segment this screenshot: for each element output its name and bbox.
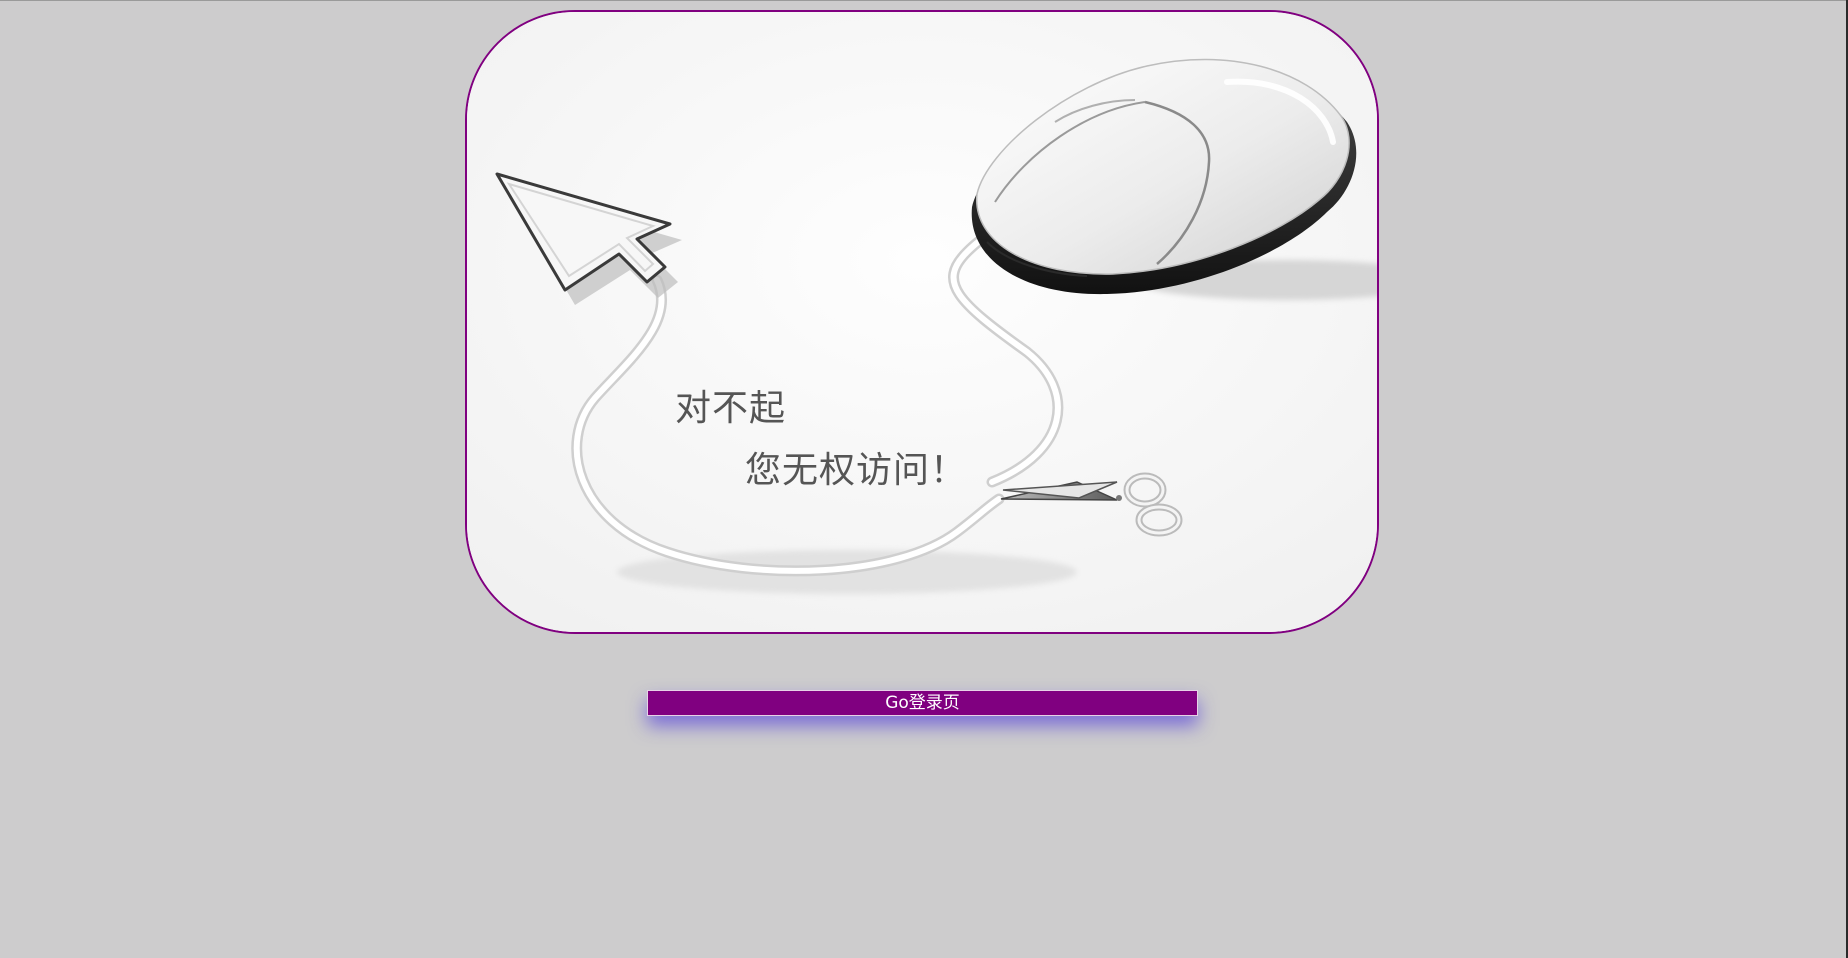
access-denied-card: 对不起 您无权访问！ [465, 10, 1379, 634]
window-top-edge [0, 0, 1848, 1]
denied-message-line1: 对不起 [675, 388, 786, 429]
go-login-button[interactable]: Go登录页 [647, 690, 1198, 716]
access-denied-illustration: 对不起 您无权访问！ [467, 12, 1377, 632]
denied-message-line2: 您无权访问！ [745, 450, 967, 491]
